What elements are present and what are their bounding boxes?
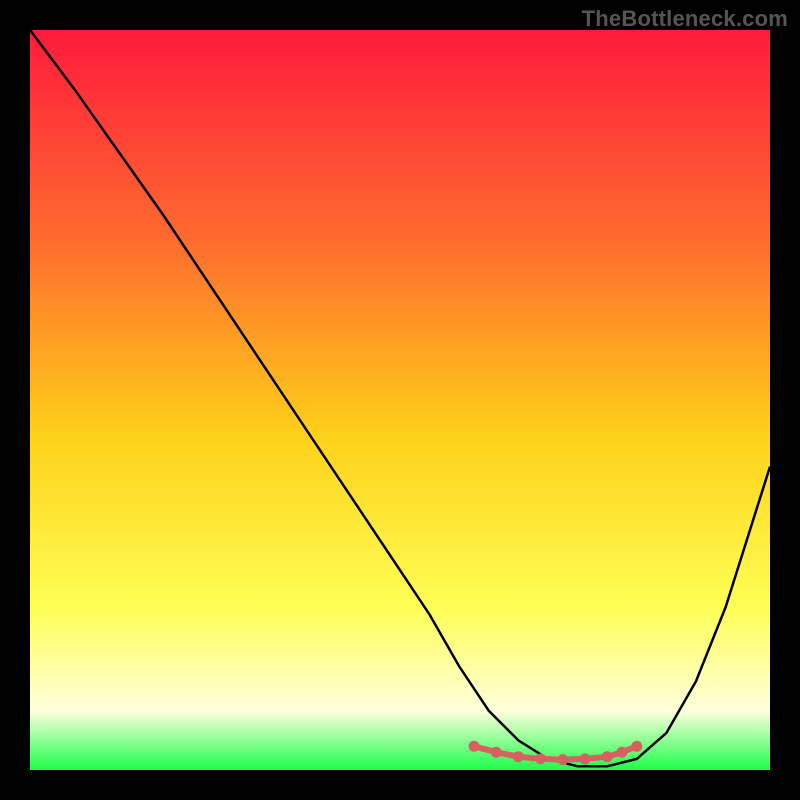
watermark-text: TheBottleneck.com (582, 6, 788, 32)
chart-plot-area (30, 30, 770, 770)
chart-background-gradient (30, 30, 770, 770)
chart-frame (30, 30, 770, 770)
chart-svg (30, 30, 770, 770)
